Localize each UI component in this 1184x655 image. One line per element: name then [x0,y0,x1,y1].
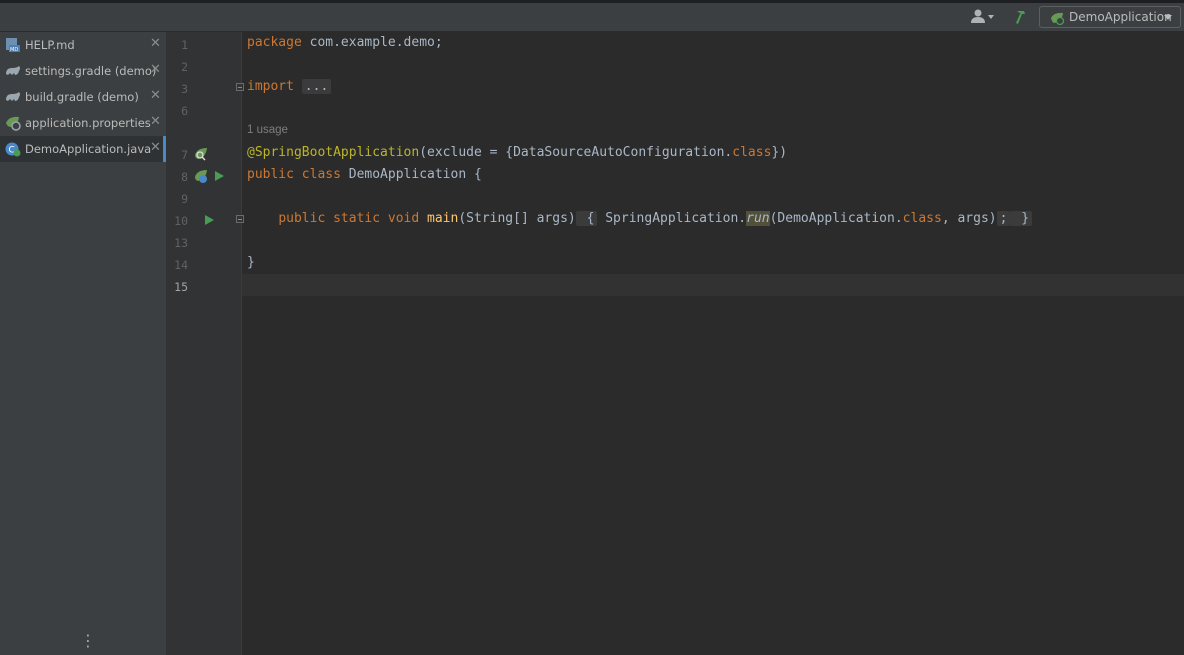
tab-application-properties[interactable]: application.properties ✕ [0,110,166,136]
tab-settings-gradle[interactable]: settings.gradle (demo) ✕ [0,58,166,84]
editor-tabs-panel: MD HELP.md ✕ settings.gradle (demo) ✕ bu… [0,32,166,655]
code-line-10: public static void main(String[] args) {… [247,208,1033,230]
chevron-down-icon [1164,15,1172,20]
current-line-highlight [242,274,1184,296]
more-options-icon[interactable]: ⋮ [80,633,96,649]
svg-text:MD: MD [10,47,18,53]
code-line-14: } [247,252,255,274]
line-number: 1 [181,38,188,52]
code-text: DemoApplication { [340,167,482,182]
code-text: SpringApplication. [597,211,747,226]
folded-brace: { [575,211,598,226]
account-menu-button[interactable] [969,8,997,26]
hammer-icon [1016,11,1025,24]
line-number: 6 [181,104,188,118]
gradle-icon [6,92,20,101]
code-line-1: package com.example.demo; [247,32,443,54]
close-icon[interactable]: ✕ [150,36,161,51]
spring-properties-icon [6,116,21,131]
keyword: class [902,211,942,226]
gradle-icon [6,66,20,75]
spring-class-gutter-icon[interactable] [193,168,209,184]
run-icon[interactable] [203,213,215,227]
run-icon[interactable] [213,169,225,183]
code-text: } [247,255,255,270]
folded-imports[interactable]: ... [301,79,332,94]
user-icon [971,9,994,23]
close-icon[interactable]: ✕ [150,62,161,77]
line-number-current: 15 [174,280,188,294]
line-number: 8 [181,170,188,184]
code-text: com.example.demo; [301,35,443,50]
tab-label: build.gradle (demo) [25,90,139,104]
build-project-button[interactable] [1011,8,1029,26]
keyword: public static void [278,211,420,226]
tab-label: HELP.md [25,38,75,52]
code-text: (exclude = {DataSourceAutoConfiguration. [419,145,733,160]
run-configuration-label: DemoApplication [1069,10,1172,24]
method-name: main [427,211,459,226]
code-text: , args) [941,211,997,226]
line-number: 13 [174,236,188,250]
keyword: import [247,79,294,94]
folded-brace: } [1010,211,1033,226]
keyword: package [247,35,302,50]
code-line-7: @SpringBootApplication(exclude = {DataSo… [247,142,787,164]
editor-gutter: 1 2 3 6 7 8 9 10 13 14 15 [166,32,242,655]
navigation-toolbar: DemoApplication [0,0,1184,32]
spring-boot-icon [1051,12,1065,25]
usage-hint[interactable]: 1 usage [247,124,288,136]
tab-label: application.properties [25,116,151,130]
close-icon[interactable]: ✕ [150,88,161,103]
keyword: class [732,145,772,160]
chevron-down-icon [988,15,994,19]
fold-toggle-icon[interactable] [236,83,244,91]
run-configuration-selector[interactable]: DemoApplication [1039,6,1181,28]
line-number: 14 [174,258,188,272]
tab-label: settings.gradle (demo) [25,64,157,78]
line-number: 9 [181,192,188,206]
code-text: (DemoApplication. [769,211,903,226]
method-call-highlight: run [746,211,770,226]
window-top-edge [0,0,1184,3]
close-icon[interactable]: ✕ [150,114,161,129]
spring-bean-navigate-icon[interactable] [193,146,209,162]
code-line-3: import ... [247,76,332,98]
annotation: @SpringBootApplication [247,145,420,160]
line-number: 3 [181,82,188,96]
markdown-icon: MD [6,38,20,53]
tab-label: DemoApplication.java [25,142,152,156]
line-number: 2 [181,60,188,74]
tab-build-gradle[interactable]: build.gradle (demo) ✕ [0,84,166,110]
spring-class-icon: C [5,142,21,157]
code-text: (String[] args) [458,211,576,226]
tab-demoapplication-java[interactable]: C DemoApplication.java ✕ [0,136,166,162]
close-icon[interactable]: ✕ [150,140,161,155]
line-number: 7 [181,148,188,162]
code-text: }) [771,145,788,160]
fold-toggle-icon[interactable] [236,215,244,223]
folded-semicolon: ; [996,211,1011,226]
tab-help-md[interactable]: MD HELP.md ✕ [0,32,166,58]
code-editor[interactable]: package com.example.demo; import ... 1 u… [236,32,1184,655]
keyword: public class [247,167,341,182]
code-line-8: public class DemoApplication { [247,164,482,186]
line-number: 10 [174,214,188,228]
